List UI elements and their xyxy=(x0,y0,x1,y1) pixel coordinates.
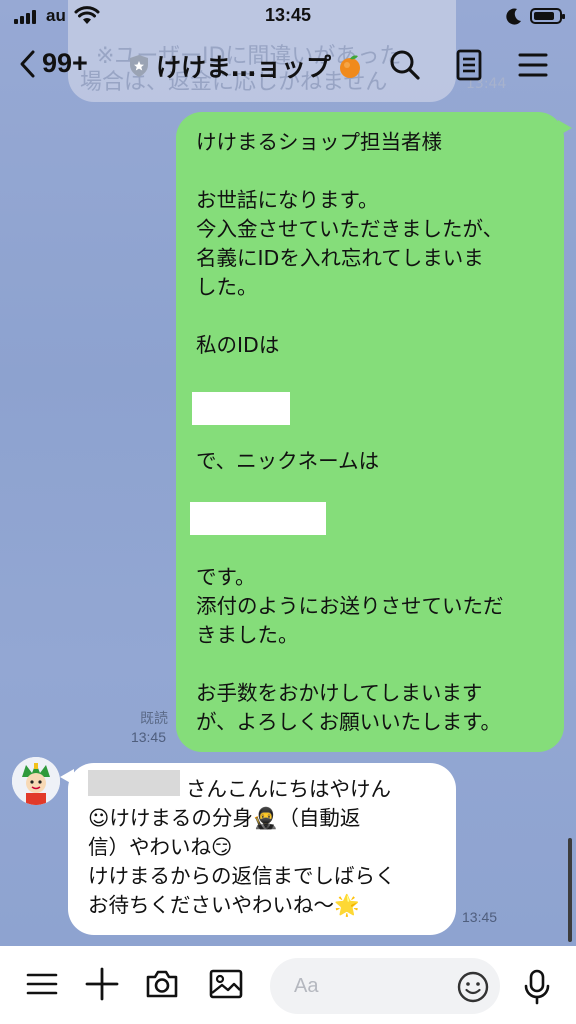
outgoing-message-time: 13:45 xyxy=(130,729,166,745)
emoji-icon[interactable] xyxy=(456,970,490,1004)
notes-icon[interactable] xyxy=(452,48,486,82)
battery-icon xyxy=(530,8,565,24)
chat-title: けけま…ョップ xyxy=(156,53,332,82)
chat-title-area[interactable]: けけま…ョップ xyxy=(128,48,363,84)
battery-level xyxy=(534,12,554,20)
scrollbar[interactable] xyxy=(568,838,572,942)
outgoing-message-bubble[interactable]: けけまるショップ担当者様 お世話になります。 今入金させていただきましたが、 名… xyxy=(176,112,572,752)
do-not-disturb-moon-icon xyxy=(506,8,521,25)
outgoing-message-text: けけまるショップ担当者様 お世話になります。 今入金させていただきましたが、 名… xyxy=(196,130,504,734)
menu-icon[interactable] xyxy=(24,966,60,1002)
status-bar: au 13:45 xyxy=(0,0,576,34)
character-avatar-icon xyxy=(12,757,60,805)
avatar[interactable] xyxy=(12,757,60,805)
plus-icon[interactable] xyxy=(84,966,120,1002)
unread-count: 99+ xyxy=(42,48,88,78)
chat-header: 99+ けけま…ョップ xyxy=(0,34,576,98)
back-chevron-icon xyxy=(20,50,35,77)
camera-icon[interactable] xyxy=(144,966,180,1002)
status-time: 13:45 xyxy=(264,5,312,25)
shield-icon xyxy=(130,55,148,77)
incoming-message-text: さんこんにちはやけん ☺けけまるの分身🥷（自動返 信）やわいね😏 けけまるからの… xyxy=(88,775,448,920)
search-icon[interactable] xyxy=(388,48,422,82)
image-icon[interactable] xyxy=(208,966,244,1002)
redacted-id-box xyxy=(192,392,290,425)
incoming-message-body: さんこんにちはやけん ☺けけまるの分身🥷（自動返 信）やわいね😏 けけまるからの… xyxy=(88,777,396,917)
back-button[interactable]: 99+ xyxy=(18,48,88,79)
microphone-icon[interactable] xyxy=(520,968,554,1006)
incoming-message-bubble[interactable]: さんこんにちはやけん ☺けけまるの分身🥷（自動返 信）やわいね😏 けけまるからの… xyxy=(60,763,456,935)
orange-emoji-icon xyxy=(340,55,361,78)
incoming-message-time: 13:45 xyxy=(462,909,498,925)
menu-icon[interactable] xyxy=(516,48,550,82)
read-receipt: 既読 xyxy=(140,711,168,727)
redacted-nickname-box xyxy=(190,502,326,535)
redacted-name-box xyxy=(88,770,180,796)
